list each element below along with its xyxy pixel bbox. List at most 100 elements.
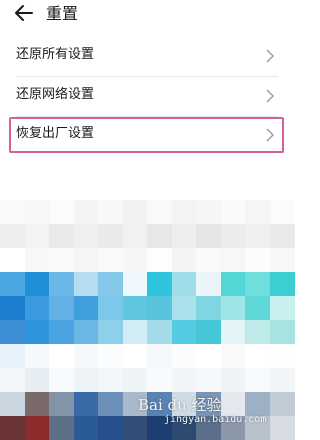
mosaic-cell xyxy=(147,296,172,320)
mosaic-cell xyxy=(122,368,148,392)
mosaic-cell xyxy=(24,344,50,368)
mosaic-cell xyxy=(73,224,99,248)
mosaic-cell xyxy=(0,248,25,272)
mosaic-cell xyxy=(147,248,172,272)
mosaic-cell xyxy=(98,368,123,392)
page-title: 重置 xyxy=(46,4,79,23)
mosaic-cell xyxy=(220,296,246,320)
mosaic-cell xyxy=(73,368,99,392)
mosaic-cell xyxy=(24,392,50,416)
mosaic-cell xyxy=(196,344,221,368)
mosaic-cell xyxy=(73,344,99,368)
mosaic-cell xyxy=(171,224,197,248)
mosaic-cell xyxy=(147,272,172,296)
mosaic-cell xyxy=(73,320,99,344)
mosaic-cell xyxy=(49,224,74,248)
mosaic-cell xyxy=(98,200,123,224)
mosaic-cell xyxy=(269,248,295,272)
mosaic-cell xyxy=(122,272,148,296)
mosaic-cell xyxy=(122,296,148,320)
mosaic-cell xyxy=(98,272,123,296)
mosaic-cell xyxy=(269,368,295,392)
highlight-box xyxy=(9,117,284,153)
mosaic-cell xyxy=(269,200,295,224)
mosaic-cell xyxy=(147,368,172,392)
mosaic-cell xyxy=(0,416,25,440)
mosaic-cell xyxy=(196,224,221,248)
watermark: Bai du 经验 jingyan.baidu.com xyxy=(138,394,288,432)
mosaic-cell xyxy=(269,296,295,320)
mosaic-cell xyxy=(171,248,197,272)
mosaic-cell xyxy=(147,224,172,248)
mosaic-cell xyxy=(49,368,74,392)
mosaic-cell xyxy=(220,320,246,344)
mosaic-cell xyxy=(73,392,99,416)
mosaic-cell xyxy=(98,296,123,320)
mosaic-cell xyxy=(73,416,99,440)
mosaic-cell xyxy=(24,224,50,248)
mosaic-cell xyxy=(49,320,74,344)
mosaic-cell xyxy=(122,200,148,224)
watermark-url: jingyan.baidu.com xyxy=(164,414,267,425)
mosaic-cell xyxy=(0,368,25,392)
mosaic-cell xyxy=(98,392,123,416)
mosaic-cell xyxy=(0,224,25,248)
mosaic-cell xyxy=(171,200,197,224)
mosaic-cell xyxy=(171,296,197,320)
mosaic-cell xyxy=(269,320,295,344)
mosaic-cell xyxy=(98,248,123,272)
mosaic-cell xyxy=(147,320,172,344)
mosaic-cell xyxy=(122,320,148,344)
mosaic-cell xyxy=(220,248,246,272)
mosaic-cell xyxy=(0,392,25,416)
mosaic-cell xyxy=(269,344,295,368)
mosaic-cell xyxy=(196,272,221,296)
mosaic-cell xyxy=(122,248,148,272)
mosaic-cell xyxy=(49,248,74,272)
menu-item-label: 还原所有设置 xyxy=(16,47,95,62)
mosaic-cell xyxy=(196,368,221,392)
mosaic-cell xyxy=(245,224,270,248)
mosaic-cell xyxy=(220,344,246,368)
mosaic-cell xyxy=(49,272,74,296)
mosaic-cell xyxy=(49,392,74,416)
mosaic-cell xyxy=(98,416,123,440)
mosaic-cell xyxy=(73,296,99,320)
menu-item-label: 还原网络设置 xyxy=(16,87,95,102)
menu-item-reset-all-settings[interactable]: 还原所有设置 xyxy=(14,38,280,74)
mosaic-cell xyxy=(171,272,197,296)
mosaic-cell xyxy=(245,200,270,224)
mosaic-cell xyxy=(49,416,74,440)
mosaic-cell xyxy=(24,248,50,272)
mosaic-cell xyxy=(147,344,172,368)
arrow-left-icon[interactable] xyxy=(14,4,34,22)
mosaic-cell xyxy=(98,320,123,344)
mosaic-cell xyxy=(24,368,50,392)
mosaic-cell xyxy=(49,200,74,224)
mosaic-cell xyxy=(0,296,25,320)
mosaic-cell xyxy=(245,320,270,344)
mosaic-cell xyxy=(122,224,148,248)
mosaic-cell xyxy=(98,344,123,368)
mosaic-cell xyxy=(147,200,172,224)
mosaic-cell xyxy=(245,296,270,320)
mosaic-cell xyxy=(196,248,221,272)
mosaic-cell xyxy=(245,248,270,272)
mosaic-cell xyxy=(220,368,246,392)
mosaic-cell xyxy=(269,224,295,248)
mosaic-cell xyxy=(220,200,246,224)
mosaic-cell xyxy=(49,344,74,368)
mosaic-cell xyxy=(196,200,221,224)
chevron-right-icon xyxy=(266,89,274,103)
mosaic-cell xyxy=(24,272,50,296)
mosaic-cell xyxy=(0,272,25,296)
mosaic-cell xyxy=(220,272,246,296)
mosaic-cell xyxy=(24,320,50,344)
divider xyxy=(16,76,278,77)
mosaic-cell xyxy=(196,296,221,320)
menu-item-reset-network-settings[interactable]: 还原网络设置 xyxy=(14,78,280,114)
mosaic-cell xyxy=(245,272,270,296)
mosaic-cell xyxy=(245,368,270,392)
watermark-logo: Bai du 经验 xyxy=(138,396,222,414)
chevron-right-icon xyxy=(266,49,274,63)
